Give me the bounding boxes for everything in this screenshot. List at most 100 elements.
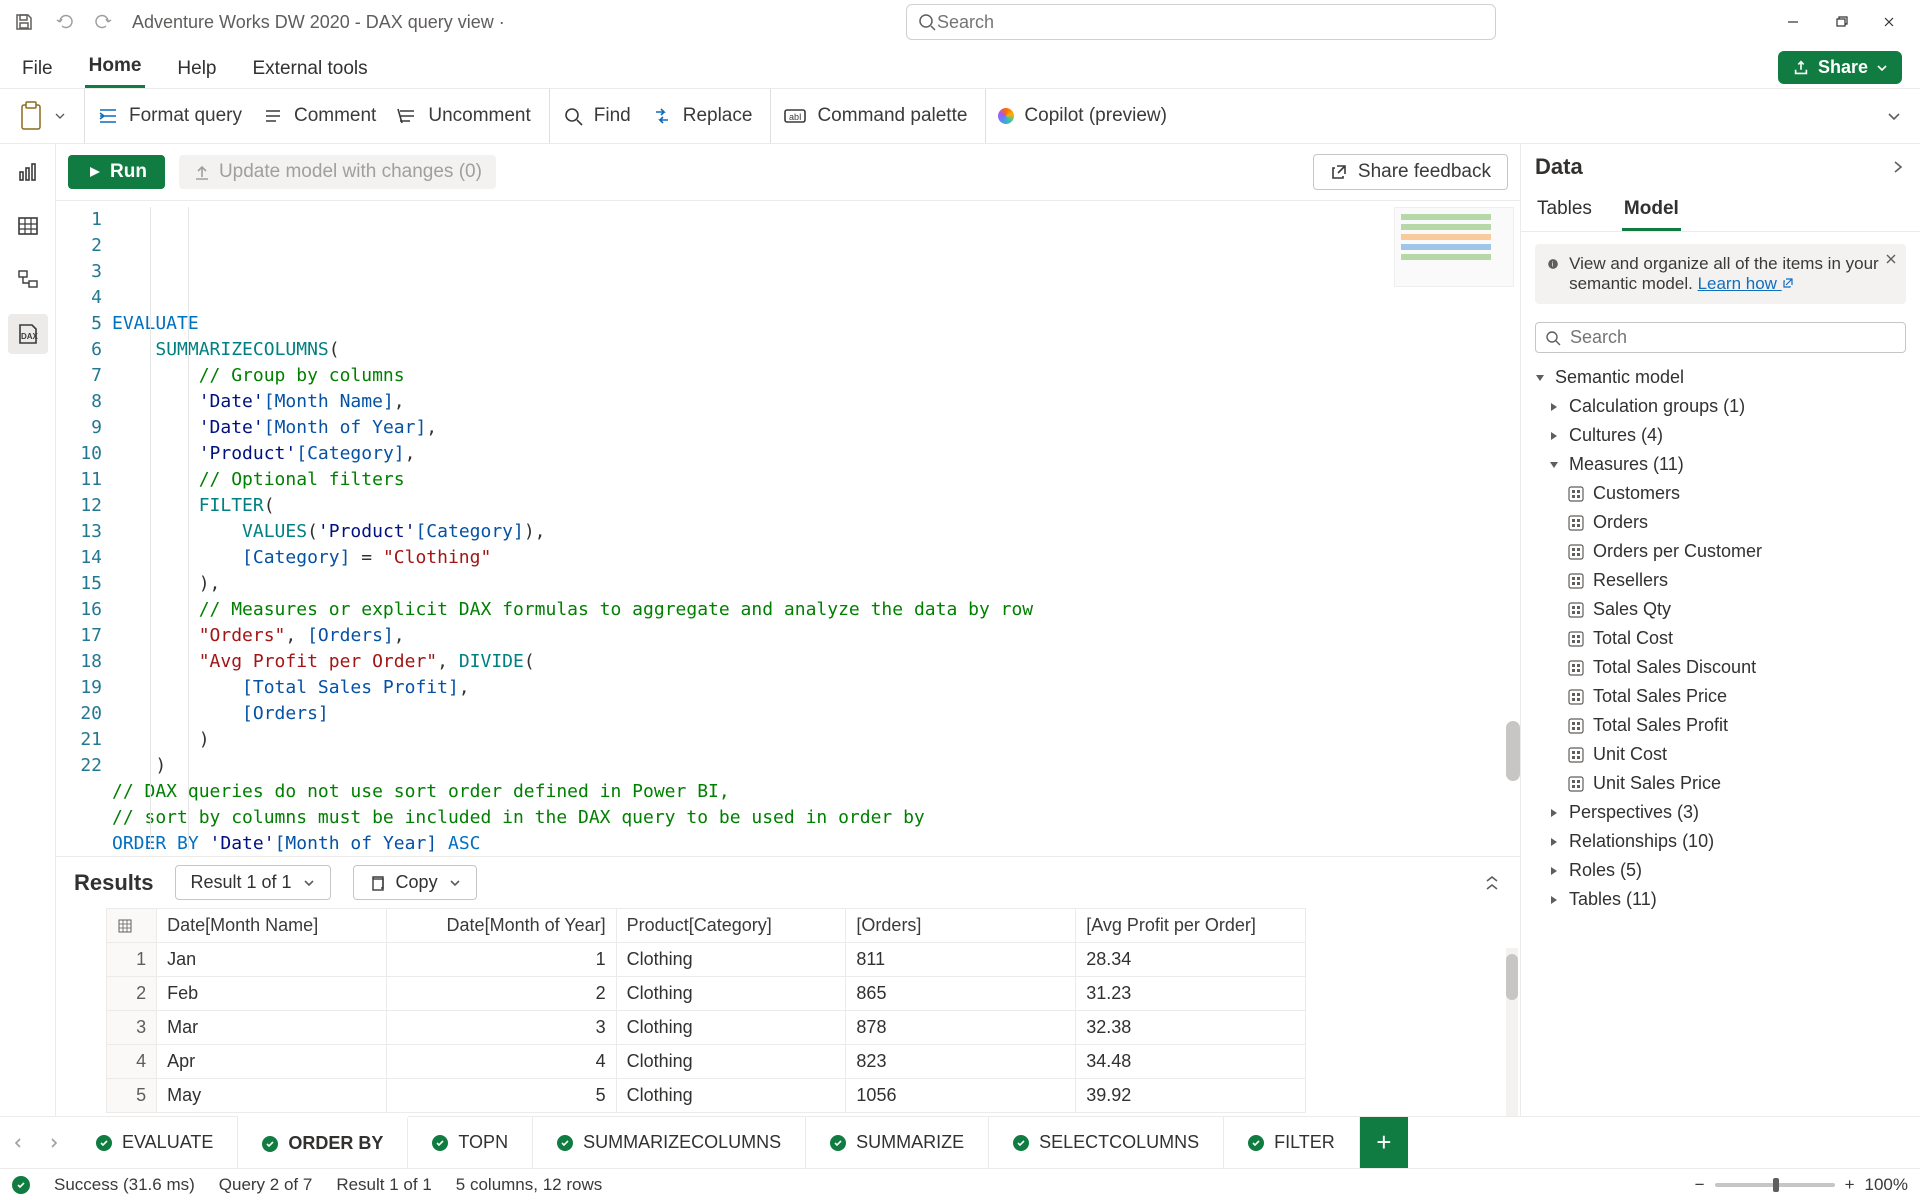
uncomment-button[interactable]: Uncomment xyxy=(396,105,530,127)
measure-item[interactable]: Customers xyxy=(1527,479,1914,508)
table-row[interactable]: 3Mar3Clothing87832.38 xyxy=(107,1011,1306,1045)
menu-help[interactable]: Help xyxy=(173,50,220,88)
dax-query-view-icon[interactable]: DAX xyxy=(8,314,48,354)
run-button[interactable]: Run xyxy=(68,155,165,189)
measure-item[interactable]: Orders xyxy=(1527,508,1914,537)
query-tab[interactable]: ORDER BY xyxy=(238,1117,408,1168)
global-search-input[interactable] xyxy=(937,12,1485,33)
copy-button[interactable]: Copy xyxy=(353,865,477,900)
zoom-slider[interactable] xyxy=(1715,1183,1835,1187)
window-close-icon[interactable] xyxy=(1866,6,1912,38)
tree-perspectives[interactable]: Perspectives (3) xyxy=(1527,798,1914,827)
redo-icon[interactable] xyxy=(88,6,120,38)
measure-item[interactable]: Total Sales Discount xyxy=(1527,653,1914,682)
column-header[interactable]: Date[Month of Year] xyxy=(386,909,616,943)
status-result: Result 1 of 1 xyxy=(336,1175,431,1195)
query-tab[interactable]: SUMMARIZECOLUMNS xyxy=(533,1117,806,1168)
zoom-out-icon[interactable]: − xyxy=(1695,1175,1705,1195)
query-tab[interactable]: FILTER xyxy=(1224,1117,1360,1168)
model-search-input[interactable] xyxy=(1570,327,1897,348)
external-link-icon xyxy=(1330,163,1348,181)
replace-button[interactable]: Replace xyxy=(651,105,753,127)
measure-item[interactable]: Unit Cost xyxy=(1527,740,1914,769)
editor-gutter: 12345678910111213141516171819202122 xyxy=(56,201,112,856)
replace-label: Replace xyxy=(683,105,753,127)
comment-button[interactable]: Comment xyxy=(262,105,376,127)
table-view-icon[interactable] xyxy=(8,206,48,246)
query-tab[interactable]: SUMMARIZE xyxy=(806,1117,989,1168)
format-query-button[interactable]: Format query xyxy=(97,105,242,127)
share-feedback-button[interactable]: Share feedback xyxy=(1313,154,1508,190)
command-palette-label: Command palette xyxy=(817,105,967,127)
tree-tables[interactable]: Tables (11) xyxy=(1527,885,1914,914)
tree-cultures[interactable]: Cultures (4) xyxy=(1527,421,1914,450)
collapse-results-icon[interactable] xyxy=(1482,873,1502,893)
query-tab[interactable]: SELECTCOLUMNS xyxy=(989,1117,1224,1168)
menu-external-tools[interactable]: External tools xyxy=(249,50,372,88)
data-pane-title: Data xyxy=(1535,154,1583,180)
code-editor[interactable]: EVALUATE SUMMARIZECOLUMNS( // Group by c… xyxy=(112,201,1520,856)
ribbon-collapse-icon[interactable] xyxy=(1886,108,1902,124)
paste-button[interactable] xyxy=(18,101,66,131)
save-icon[interactable] xyxy=(8,6,40,38)
window-restore-icon[interactable] xyxy=(1818,6,1864,38)
model-tree[interactable]: Semantic modelCalculation groups (1)Cult… xyxy=(1521,359,1920,1116)
tree-measures[interactable]: Measures (11) xyxy=(1527,450,1914,479)
minimap[interactable] xyxy=(1394,207,1514,287)
close-icon[interactable] xyxy=(1884,252,1898,266)
report-view-icon[interactable] xyxy=(8,152,48,192)
comment-label: Comment xyxy=(294,105,376,127)
command-palette-button[interactable]: abI Command palette xyxy=(783,105,967,127)
column-header[interactable]: Date[Month Name] xyxy=(157,909,387,943)
query-tab[interactable]: EVALUATE xyxy=(72,1117,238,1168)
measure-item[interactable]: Resellers xyxy=(1527,566,1914,595)
model-info-banner: i View and organize all of the items in … xyxy=(1535,244,1906,304)
table-row[interactable]: 5May5Clothing105639.92 xyxy=(107,1079,1306,1113)
search-icon xyxy=(562,105,584,127)
chevron-down-icon xyxy=(1876,62,1888,74)
measure-item[interactable]: Sales Qty xyxy=(1527,595,1914,624)
window-minimize-icon[interactable] xyxy=(1770,6,1816,38)
add-query-tab[interactable]: + xyxy=(1360,1117,1408,1168)
tabs-scroll-left-icon[interactable] xyxy=(0,1117,36,1168)
update-model-label: Update model with changes (0) xyxy=(219,161,482,183)
learn-how-link[interactable]: Learn how xyxy=(1698,274,1794,293)
find-button[interactable]: Find xyxy=(562,105,631,127)
tree-root[interactable]: Semantic model xyxy=(1527,363,1914,392)
tabs-scroll-right-icon[interactable] xyxy=(36,1117,72,1168)
tree-calc-groups[interactable]: Calculation groups (1) xyxy=(1527,392,1914,421)
column-header[interactable]: [Orders] xyxy=(846,909,1076,943)
model-view-icon[interactable] xyxy=(8,260,48,300)
table-row[interactable]: 4Apr4Clothing82334.48 xyxy=(107,1045,1306,1079)
model-search[interactable] xyxy=(1535,322,1906,353)
tab-tables[interactable]: Tables xyxy=(1535,190,1594,231)
column-header[interactable]: Product[Category] xyxy=(616,909,846,943)
global-search[interactable] xyxy=(906,4,1496,40)
measure-item[interactable]: Unit Sales Price xyxy=(1527,769,1914,798)
uncomment-icon xyxy=(396,105,418,127)
editor-scrollbar[interactable] xyxy=(1506,201,1520,856)
menu-file[interactable]: File xyxy=(18,50,57,88)
result-selector[interactable]: Result 1 of 1 xyxy=(175,865,330,900)
table-row[interactable]: 2Feb2Clothing86531.23 xyxy=(107,977,1306,1011)
tree-relationships[interactable]: Relationships (10) xyxy=(1527,827,1914,856)
share-button[interactable]: Share xyxy=(1778,51,1902,84)
tab-model[interactable]: Model xyxy=(1622,190,1681,231)
column-header[interactable]: [Avg Profit per Order] xyxy=(1076,909,1306,943)
query-tab[interactable]: TOPN xyxy=(408,1117,533,1168)
table-row[interactable]: 1Jan1Clothing81128.34 xyxy=(107,943,1306,977)
tree-roles[interactable]: Roles (5) xyxy=(1527,856,1914,885)
svg-text:abI: abI xyxy=(789,112,802,122)
measure-item[interactable]: Total Cost xyxy=(1527,624,1914,653)
results-table[interactable]: Date[Month Name]Date[Month of Year]Produ… xyxy=(106,908,1306,1113)
menu-home[interactable]: Home xyxy=(85,47,146,88)
measure-item[interactable]: Total Sales Profit xyxy=(1527,711,1914,740)
measure-item[interactable]: Orders per Customer xyxy=(1527,537,1914,566)
undo-icon[interactable] xyxy=(48,6,80,38)
results-scrollbar[interactable] xyxy=(1506,948,1518,1116)
play-icon xyxy=(86,164,102,180)
copilot-button[interactable]: Copilot (preview) xyxy=(998,105,1167,127)
expand-data-pane-icon[interactable] xyxy=(1890,159,1906,175)
zoom-in-icon[interactable]: + xyxy=(1845,1175,1855,1195)
measure-item[interactable]: Total Sales Price xyxy=(1527,682,1914,711)
